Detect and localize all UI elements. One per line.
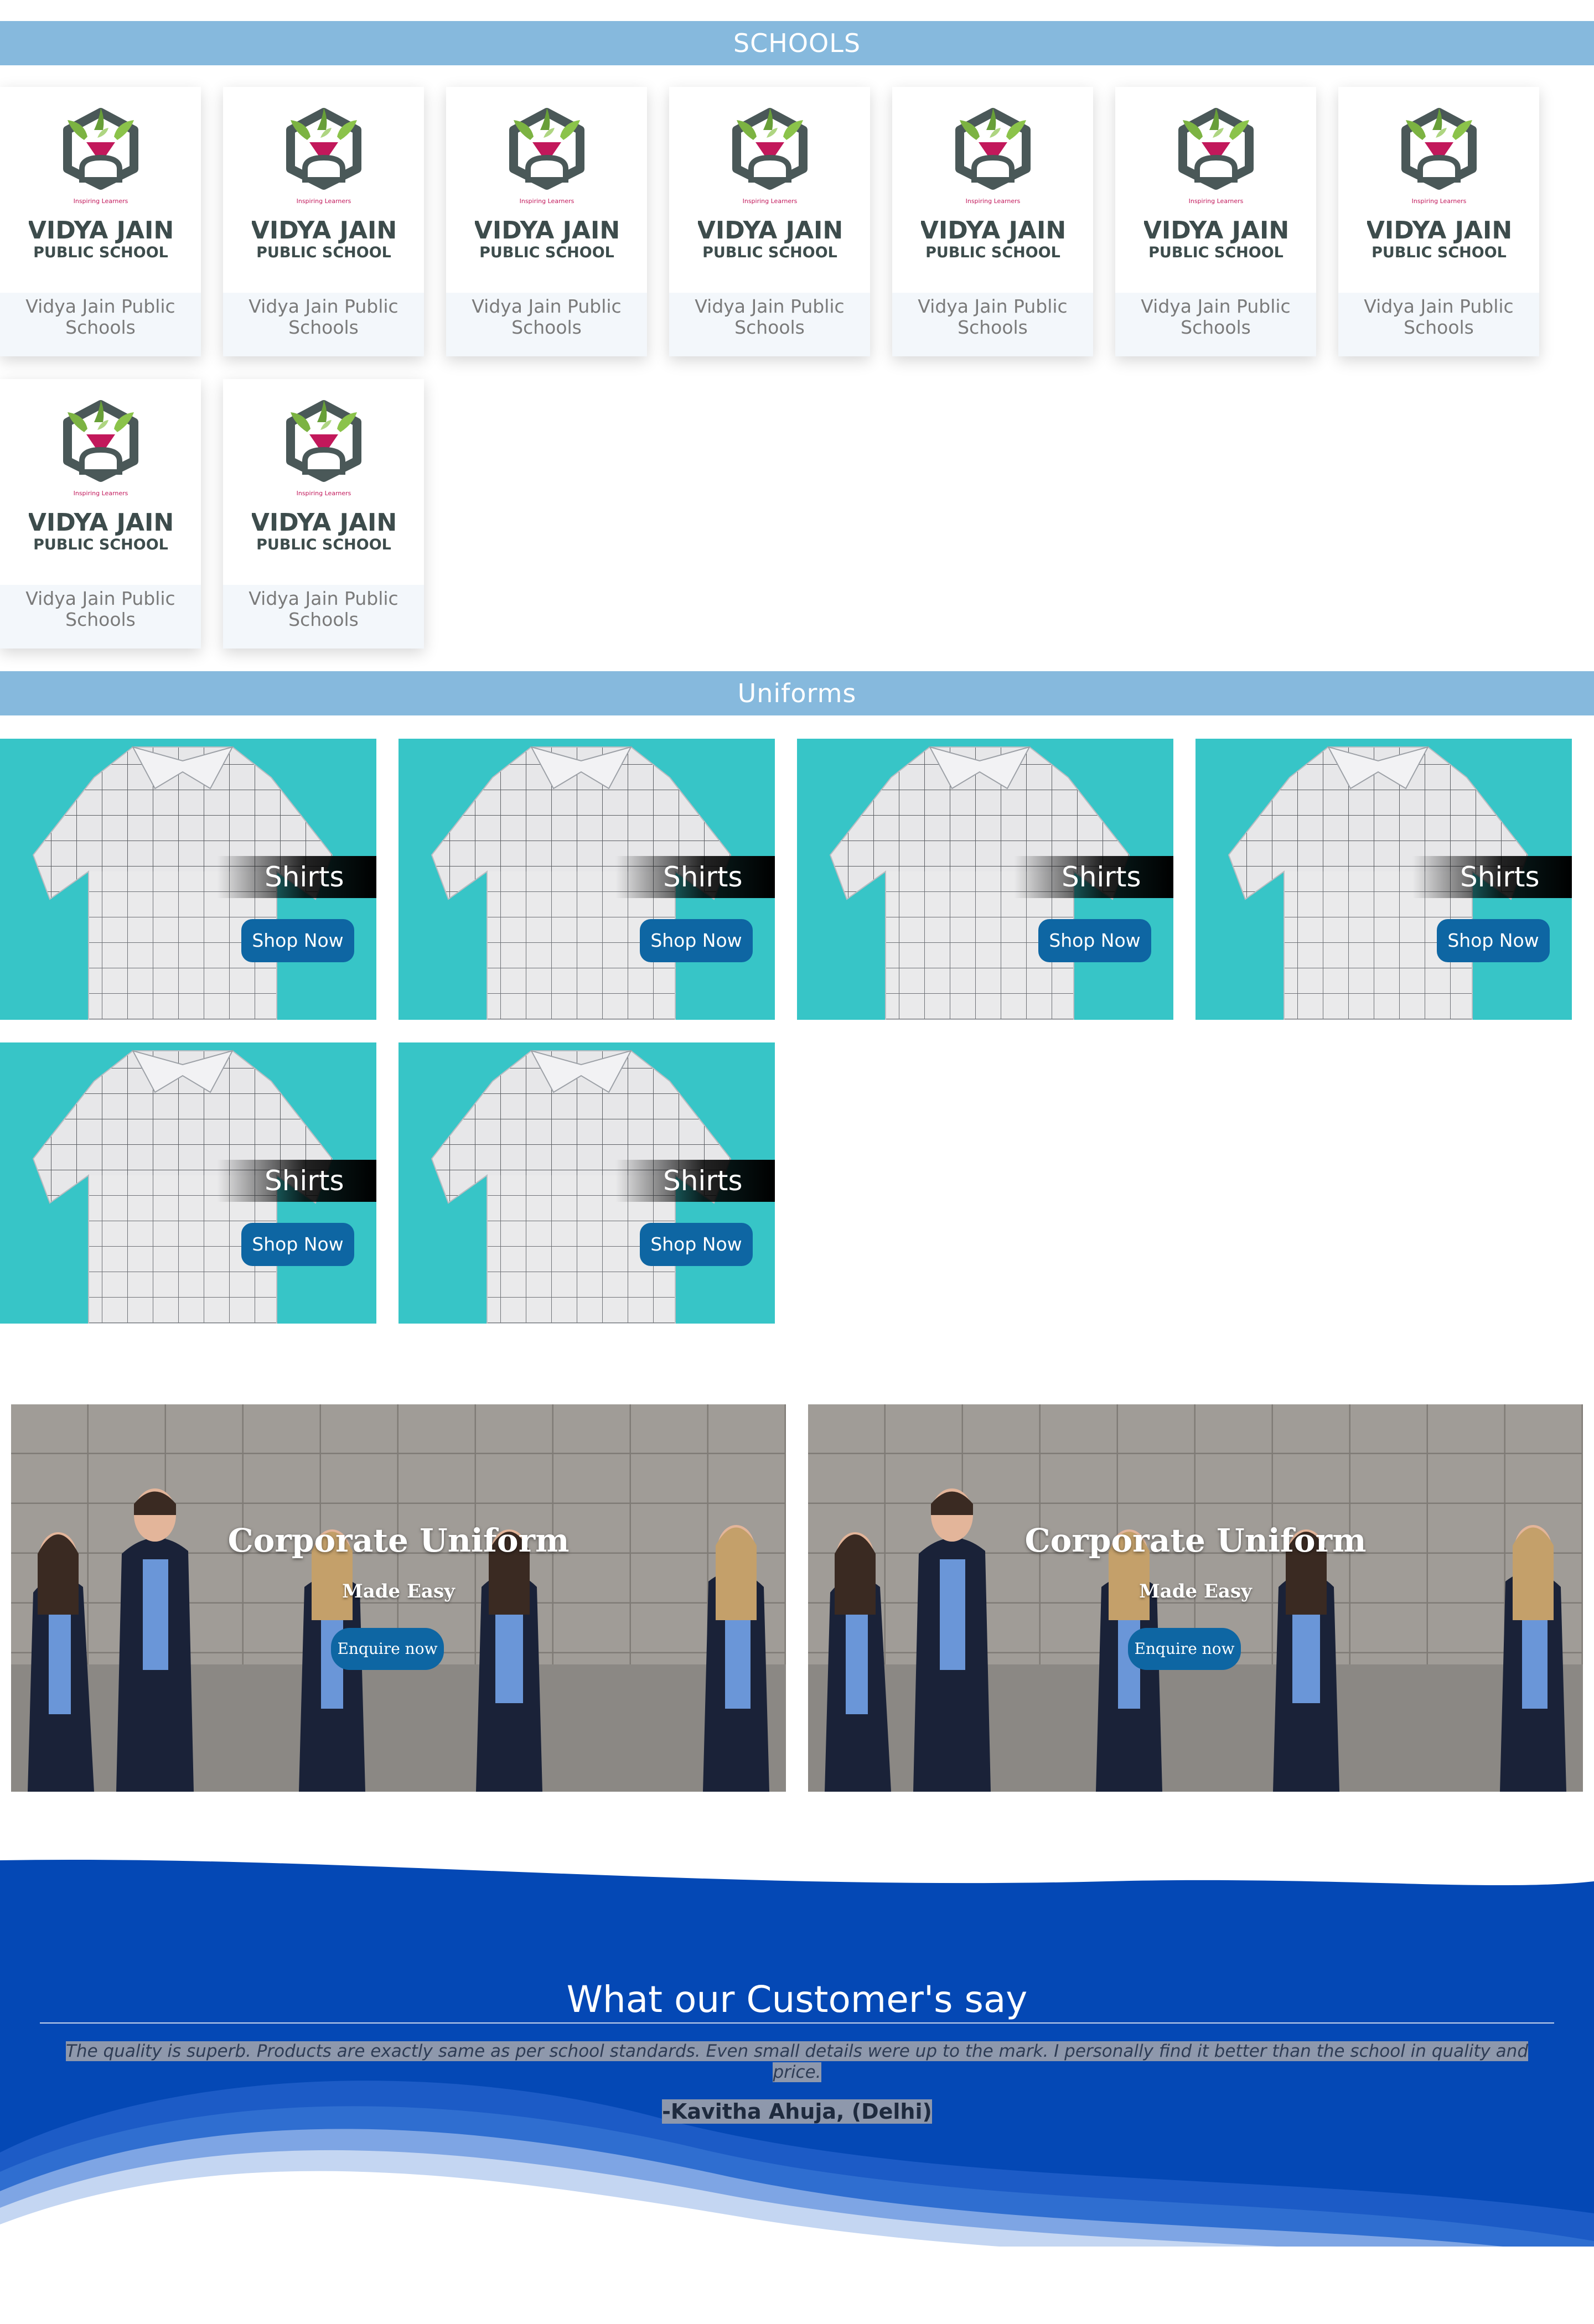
- shop-now-button[interactable]: Shop Now: [241, 1223, 354, 1266]
- corporate-subtitle: Made Easy: [342, 1580, 455, 1602]
- school-card[interactable]: Inspiring Learners VIDYA JAIN PUBLIC SCHOO…: [892, 87, 1093, 356]
- logo-tagline: Inspiring Learners: [1411, 198, 1466, 205]
- logo-line2: PUBLIC SCHOOL: [479, 244, 614, 261]
- school-name[interactable]: Vidya Jain Public Schools: [223, 293, 424, 356]
- school-logo: Inspiring Learners VIDYA JAIN PUBLIC SCHOO…: [223, 379, 424, 585]
- school-card[interactable]: Inspiring Learners VIDYA JAIN PUBLIC SCHOO…: [0, 379, 201, 649]
- school-card[interactable]: Inspiring Learners VIDYA JAIN PUBLIC SCHOO…: [446, 87, 647, 356]
- logo-line2: PUBLIC SCHOOL: [1372, 244, 1507, 261]
- school-card[interactable]: Inspiring Learners VIDYA JAIN PUBLIC SCHOO…: [1115, 87, 1316, 356]
- logo-line2: PUBLIC SCHOOL: [33, 536, 168, 553]
- tile-title: Shirts: [663, 861, 743, 893]
- enquire-now-button[interactable]: Enquire now: [331, 1628, 444, 1670]
- school-card[interactable]: Inspiring Learners VIDYA JAIN PUBLIC SCHOO…: [223, 379, 424, 649]
- school-emblem-icon: Inspiring Learners VIDYA JAINPUBLIC SCHOO…: [252, 108, 396, 261]
- logo-line1: VIDYA JAIN: [698, 216, 842, 245]
- school-logo: Inspiring Learners VIDYA JAIN PUBLIC SCHOO…: [1115, 87, 1316, 293]
- shop-now-button[interactable]: Shop Now: [640, 1223, 753, 1266]
- testimonial-author: -Kavitha Ahuja, (Delhi): [0, 2099, 1594, 2124]
- uniform-tile[interactable]: Shirts Shop Now: [0, 1042, 376, 1324]
- school-card[interactable]: Inspiring Learners VIDYA JAIN PUBLIC SCHOO…: [223, 87, 424, 356]
- logo-line2: PUBLIC SCHOOL: [33, 244, 168, 261]
- school-emblem-icon: Inspiring Learners VIDYA JAINPUBLIC SCHOO…: [252, 400, 396, 553]
- testimonial-quote-text: The quality is superb. Products are exac…: [66, 2041, 1528, 2082]
- corporate-uniform-banner: Corporate Uniform Made Easy Enquire now: [11, 1404, 786, 1792]
- testimonials-section: What our Customer's say The quality is s…: [0, 1859, 1594, 2247]
- logo-tagline: Inspiring Learners: [73, 198, 128, 205]
- schools-section-title: SCHOOLS: [0, 21, 1594, 65]
- logo-line1: VIDYA JAIN: [29, 509, 173, 537]
- school-emblem-icon: Inspiring Learners VIDYA JAINPUBLIC SCHOO…: [29, 400, 173, 553]
- logo-line1: VIDYA JAIN: [475, 216, 619, 245]
- logo-line1: VIDYA JAIN: [1367, 216, 1511, 245]
- school-name[interactable]: Vidya Jain Public Schools: [892, 293, 1093, 356]
- school-name[interactable]: Vidya Jain Public Schools: [0, 585, 201, 649]
- school-emblem-icon: Inspiring Learners VIDYA JAINPUBLIC SCHOO…: [475, 108, 619, 261]
- logo-line1: VIDYA JAIN: [1144, 216, 1288, 245]
- tile-title: Shirts: [1460, 861, 1540, 893]
- corporate-title: Corporate Uniform: [1024, 1522, 1367, 1559]
- school-logo: Inspiring Learners VIDYA JAIN PUBLIC SCHOO…: [1338, 87, 1539, 293]
- shop-now-button[interactable]: Shop Now: [640, 919, 753, 962]
- tile-title: Shirts: [265, 1165, 344, 1197]
- school-name[interactable]: Vidya Jain Public Schools: [223, 585, 424, 649]
- school-emblem-icon: Inspiring Learners VIDYA JAINPUBLIC SCHOO…: [698, 108, 842, 261]
- logo-line1: VIDYA JAIN: [252, 509, 396, 537]
- logo-line2: PUBLIC SCHOOL: [256, 244, 391, 261]
- testimonial-author-text: -Kavitha Ahuja, (Delhi): [662, 2099, 932, 2124]
- logo-line1: VIDYA JAIN: [29, 216, 173, 245]
- school-logo: Inspiring Learners VIDYA JAIN PUBLIC SCHOO…: [669, 87, 870, 293]
- uniform-tile[interactable]: Shirts Shop Now: [1196, 739, 1572, 1020]
- school-emblem-icon: Inspiring Learners VIDYA JAINPUBLIC SCHOO…: [921, 108, 1065, 261]
- logo-tagline: Inspiring Learners: [519, 198, 574, 205]
- tile-title: Shirts: [663, 1165, 743, 1197]
- logo-tagline: Inspiring Learners: [965, 198, 1020, 205]
- corporate-title: Corporate Uniform: [227, 1522, 570, 1559]
- logo-line1: VIDYA JAIN: [921, 216, 1065, 245]
- school-name[interactable]: Vidya Jain Public Schools: [0, 293, 201, 356]
- logo-line2: PUBLIC SCHOOL: [256, 536, 391, 553]
- school-emblem-icon: Inspiring Learners VIDYA JAINPUBLIC SCHOO…: [29, 108, 173, 261]
- school-logo: Inspiring Learners VIDYA JAIN PUBLIC SCHOO…: [0, 87, 201, 293]
- logo-tagline: Inspiring Learners: [1188, 198, 1243, 205]
- uniform-tile[interactable]: Shirts Shop Now: [398, 739, 775, 1020]
- testimonials-heading: What our Customer's say: [566, 1978, 1028, 2021]
- logo-tagline: Inspiring Learners: [296, 198, 351, 205]
- shop-now-button[interactable]: Shop Now: [1038, 919, 1151, 962]
- school-name[interactable]: Vidya Jain Public Schools: [446, 293, 647, 356]
- school-card[interactable]: Inspiring Learners VIDYA JAIN PUBLIC SCHOO…: [669, 87, 870, 356]
- logo-line2: PUBLIC SCHOOL: [702, 244, 837, 261]
- logo-tagline: Inspiring Learners: [73, 490, 128, 497]
- logo-tagline: Inspiring Learners: [296, 490, 351, 497]
- school-card[interactable]: Inspiring Learners VIDYA JAIN PUBLIC SCHOO…: [1338, 87, 1539, 356]
- school-emblem-icon: Inspiring Learners VIDYA JAINPUBLIC SCHOO…: [1144, 108, 1288, 261]
- school-name[interactable]: Vidya Jain Public Schools: [669, 293, 870, 356]
- shop-now-button[interactable]: Shop Now: [241, 919, 354, 962]
- school-name[interactable]: Vidya Jain Public Schools: [1338, 293, 1539, 356]
- school-name[interactable]: Vidya Jain Public Schools: [1115, 293, 1316, 356]
- tile-title: Shirts: [265, 861, 344, 893]
- school-logo: Inspiring Learners VIDYA JAIN PUBLIC SCHOO…: [223, 87, 424, 293]
- heading-divider: [40, 2022, 1554, 2024]
- tile-title: Shirts: [1062, 861, 1141, 893]
- enquire-now-button[interactable]: Enquire now: [1128, 1628, 1241, 1670]
- uniform-tile[interactable]: Shirts Shop Now: [398, 1042, 775, 1324]
- logo-line2: PUBLIC SCHOOL: [925, 244, 1060, 261]
- school-emblem-icon: Inspiring Learners VIDYA JAINPUBLIC SCHOO…: [1367, 108, 1511, 261]
- school-logo: Inspiring Learners VIDYA JAIN PUBLIC SCHOO…: [0, 379, 201, 585]
- logo-line2: PUBLIC SCHOOL: [1148, 244, 1284, 261]
- logo-tagline: Inspiring Learners: [742, 198, 797, 205]
- testimonial-quote: The quality is superb. Products are exac…: [44, 2041, 1550, 2083]
- logo-line1: VIDYA JAIN: [252, 216, 396, 245]
- uniform-tile[interactable]: Shirts Shop Now: [797, 739, 1173, 1020]
- corporate-uniform-banner: Corporate Uniform Made Easy Enquire now: [808, 1404, 1583, 1792]
- shop-now-button[interactable]: Shop Now: [1437, 919, 1550, 962]
- corporate-subtitle: Made Easy: [1139, 1580, 1252, 1602]
- school-card[interactable]: Inspiring Learners VIDYA JAIN PUBLIC SCHOO…: [0, 87, 201, 356]
- uniforms-section-title: Uniforms: [0, 671, 1594, 715]
- school-logo: Inspiring Learners VIDYA JAIN PUBLIC SCHOO…: [446, 87, 647, 293]
- school-logo: Inspiring Learners VIDYA JAIN PUBLIC SCHOO…: [892, 87, 1093, 293]
- uniform-tile[interactable]: Shirts Shop Now: [0, 739, 376, 1020]
